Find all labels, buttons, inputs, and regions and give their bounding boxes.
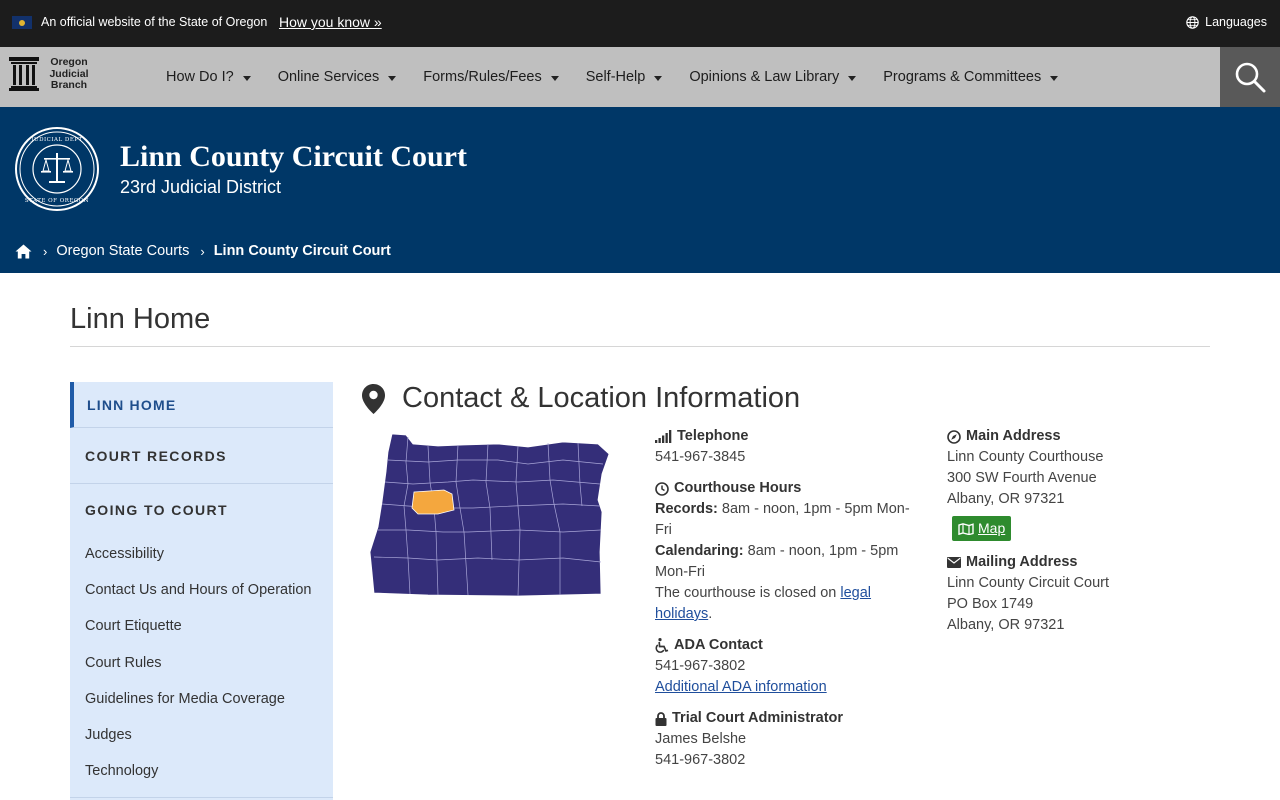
compass-icon	[947, 429, 961, 444]
nav-opinions-law-library[interactable]: Opinions & Law Library	[689, 69, 857, 85]
mailing-address-line3: Albany, OR 97321	[947, 616, 1065, 633]
main-address-line3: Albany, OR 97321	[947, 491, 1065, 507]
sidebar-nav: LINN HOME COURT RECORDS GOING TO COURT A…	[70, 382, 333, 800]
nav-how-do-i[interactable]: How Do I?	[166, 69, 251, 85]
lock-icon	[655, 711, 667, 726]
nav-online-services[interactable]: Online Services	[278, 69, 397, 85]
how-you-know-link[interactable]: How you know »	[279, 14, 382, 30]
sidebar-divider	[70, 797, 333, 798]
sidebar-link-media-guidelines[interactable]: Guidelines for Media Coverage	[70, 681, 333, 717]
map-icon	[958, 522, 974, 535]
sidebar-group-going-to-court[interactable]: GOING TO COURT	[70, 484, 333, 536]
contact-heading: Contact & Location Information	[362, 382, 800, 415]
sidebar-link-court-rules[interactable]: Court Rules	[70, 645, 333, 681]
mailing-address-line1: Linn County Circuit Court	[947, 574, 1109, 591]
sidebar-link-technology[interactable]: Technology	[70, 753, 333, 789]
main-address-line1: Linn County Courthouse	[947, 449, 1104, 465]
main-nav: Oregon Judicial Branch How Do I? Online …	[0, 47, 1280, 107]
caret-down-icon	[654, 75, 663, 81]
languages-button[interactable]: Languages	[1186, 15, 1267, 29]
search-icon	[1235, 62, 1266, 93]
svg-text:JUDICIAL DEPT: JUDICIAL DEPT	[30, 137, 82, 143]
map-marker-icon	[362, 383, 385, 414]
main-address-label: Main Address	[966, 428, 1061, 444]
contact-column-middle: Telephone 541-967-3845 Courthouse Hours …	[655, 426, 925, 781]
telephone-label: Telephone	[677, 428, 749, 444]
breadcrumb-oregon-state-courts[interactable]: Oregon State Courts	[56, 243, 189, 259]
mailing-address-label: Mailing Address	[966, 553, 1078, 570]
calendaring-hours: Calendaring: 8am - noon, 1pm - 5pm Mon-F…	[655, 543, 899, 580]
languages-label: Languages	[1205, 15, 1267, 29]
caret-down-icon	[388, 75, 397, 81]
nav-forms-rules-fees[interactable]: Forms/Rules/Fees	[423, 69, 559, 85]
court-header: JUDICIAL DEPT STATE OF OREGON Linn Count…	[0, 107, 1280, 273]
ada-phone: 541-967-3802	[655, 658, 746, 674]
records-hours: Records: 8am - noon, 1pm - 5pm Mon-Fri	[655, 501, 910, 538]
globe-icon	[1186, 15, 1199, 29]
linn-county-highlight	[411, 489, 455, 515]
mailing-address-block: Mailing Address Linn County Circuit Cour…	[947, 552, 1197, 636]
hours-label: Courthouse Hours	[674, 480, 802, 496]
official-banner: An official website of the State of Oreg…	[0, 0, 1280, 47]
map-button[interactable]: Map	[952, 516, 1012, 541]
courthouse-icon	[9, 57, 39, 92]
sidebar-link-accessibility[interactable]: Accessibility	[70, 536, 333, 572]
caret-down-icon	[848, 75, 857, 81]
nav-programs-committees[interactable]: Programs & Committees	[883, 69, 1059, 85]
ada-info-link[interactable]: Additional ADA information	[655, 679, 827, 695]
sidebar-link-court-etiquette[interactable]: Court Etiquette	[70, 608, 333, 644]
sidebar-link-contact-us[interactable]: Contact Us and Hours of Operation	[70, 572, 333, 608]
caret-down-icon	[1050, 75, 1059, 81]
sidebar-link-judges[interactable]: Judges	[70, 717, 333, 753]
chevron-right-icon: ›	[43, 243, 48, 259]
tca-block: Trial Court Administrator James Belshe 5…	[655, 708, 925, 771]
nav-self-help[interactable]: Self-Help	[586, 69, 663, 85]
tca-label: Trial Court Administrator	[672, 710, 844, 726]
sidebar-item-linn-home[interactable]: LINN HOME	[70, 382, 333, 428]
court-title: Linn County Circuit Court	[120, 140, 467, 173]
hours-block: Courthouse Hours Records: 8am - noon, 1p…	[655, 478, 925, 625]
mailing-address-line2: PO Box 1749	[947, 595, 1034, 612]
wheelchair-icon	[655, 638, 669, 653]
signal-icon	[655, 430, 672, 443]
caret-down-icon	[550, 75, 559, 81]
search-button[interactable]	[1220, 47, 1280, 107]
envelope-icon	[947, 556, 961, 568]
tca-phone: 541-967-3802	[655, 752, 746, 768]
main-address-line2: 300 SW Fourth Avenue	[947, 470, 1097, 486]
main-address-block: Main Address Linn County Courthouse 300 …	[947, 426, 1197, 542]
contact-column-right: Main Address Linn County Courthouse 300 …	[947, 426, 1197, 646]
oregon-county-map	[369, 433, 610, 597]
svg-text:STATE OF OREGON: STATE OF OREGON	[25, 198, 89, 204]
breadcrumb-current: Linn County Circuit Court	[213, 243, 391, 259]
page-title: Linn Home	[70, 303, 211, 335]
title-divider	[70, 346, 1210, 347]
ojb-logo-text: Oregon Judicial Branch	[49, 56, 89, 91]
ada-label: ADA Contact	[674, 637, 763, 653]
official-text: An official website of the State of Oreg…	[41, 15, 268, 29]
oregon-flag-icon	[12, 16, 32, 29]
home-icon[interactable]	[15, 244, 32, 259]
telephone-value: 541-967-3845	[655, 449, 746, 465]
judicial-seal-icon: JUDICIAL DEPT STATE OF OREGON	[15, 127, 99, 211]
chevron-right-icon: ›	[200, 243, 205, 259]
breadcrumb: › Oregon State Courts › Linn County Circ…	[15, 243, 391, 259]
caret-down-icon	[242, 75, 251, 81]
sidebar-item-court-records[interactable]: COURT RECORDS	[70, 428, 333, 484]
telephone-block: Telephone 541-967-3845	[655, 426, 925, 468]
contact-heading-text: Contact & Location Information	[402, 382, 801, 414]
court-subtitle: 23rd Judicial District	[120, 177, 282, 197]
tca-name: James Belshe	[655, 731, 747, 747]
nav-menu: How Do I? Online Services Forms/Rules/Fe…	[166, 47, 1085, 107]
ada-block: ADA Contact 541-967-3802 Additional ADA …	[655, 635, 925, 698]
ojb-logo[interactable]: Oregon Judicial Branch	[9, 56, 93, 92]
closed-note: The courthouse is closed on legal holida…	[655, 585, 872, 622]
clock-icon	[655, 481, 669, 496]
